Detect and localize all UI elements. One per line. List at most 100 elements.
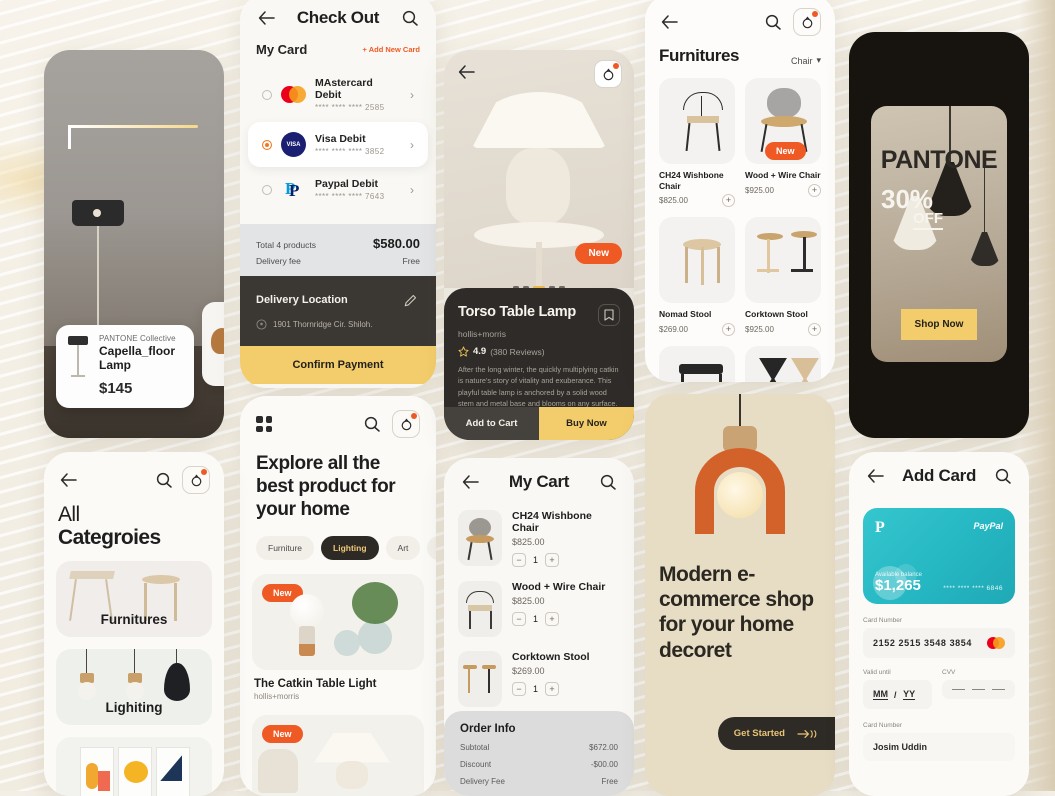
add-to-cart-plus-icon[interactable]: + (722, 194, 735, 208)
back-arrow-icon[interactable] (460, 472, 480, 492)
promo-brand: PANTONE (880, 146, 998, 174)
category-filter-dropdown[interactable]: Chair ▾ (791, 55, 821, 66)
chevron-right-icon[interactable]: › (410, 88, 414, 102)
back-arrow-icon[interactable] (456, 62, 476, 82)
search-icon[interactable] (763, 12, 783, 32)
payment-card-row[interactable]: Paypal Debit **** **** **** 7643 › (248, 167, 428, 212)
product-card[interactable]: Nomad Stool $269.00 + (659, 217, 735, 336)
cart-item-price: $269.00 (512, 666, 545, 676)
chevron-right-icon[interactable]: › (410, 183, 414, 197)
payment-card-row[interactable]: MAstercard Debit **** **** **** 2585 › (248, 67, 428, 122)
bookmark-icon[interactable] (598, 304, 620, 326)
add-to-cart-button[interactable]: Add to Cart (444, 407, 539, 440)
rating-value: 4.9 (473, 346, 487, 357)
cart-bell-icon[interactable] (793, 8, 821, 36)
paypal-logo-icon: P (875, 519, 885, 536)
chip-accessories[interactable]: Accesori (427, 535, 436, 560)
cardholder-name-input[interactable]: Josim Uddin (863, 733, 1015, 761)
card-number: **** **** **** 7643 (315, 192, 385, 201)
card-number-input[interactable]: 2152 2515 3548 3854 (863, 628, 1015, 658)
get-started-button[interactable]: Get Started (717, 717, 835, 750)
search-icon[interactable] (993, 466, 1013, 486)
promo-off-label: OFF (913, 210, 943, 230)
product-card[interactable]: New Wood + Wire Chair $925.00 + (745, 78, 821, 207)
promo-banner[interactable]: PANTONE 30% OFF Shop Now (871, 106, 1007, 362)
next-product-card-peek[interactable] (202, 302, 224, 386)
edit-pencil-icon[interactable] (400, 290, 420, 310)
product-card[interactable]: New (745, 345, 821, 382)
add-to-cart-plus-icon[interactable]: + (808, 322, 821, 336)
cart-item-name: CH24 Wishbone Chair (512, 510, 592, 534)
product-card[interactable]: CH24 Wishbone Chair $825.00 + (659, 78, 735, 208)
table-leg (536, 242, 542, 286)
page-title: My Cart (508, 472, 570, 491)
cart-item-name: Corktown Stool (512, 651, 590, 663)
quantity-stepper[interactable]: − 1 + (512, 682, 620, 696)
screen-checkout: Check Out My Card + Add New Card MAsterc… (240, 0, 436, 388)
screen-product-detail: New Torso Table Lamp hollis+morris 4.9 (… (444, 50, 634, 440)
lamp-shade (472, 92, 606, 148)
shop-now-button[interactable]: Shop Now (901, 309, 977, 340)
back-arrow-icon[interactable] (58, 470, 78, 490)
hero-product-card[interactable]: PANTONE Collective Capella_floor Lamp $1… (56, 324, 194, 408)
radio-icon[interactable] (262, 89, 272, 100)
product-image (659, 217, 735, 304)
discount-value: -$00.00 (590, 760, 618, 769)
cart-line-item[interactable]: Corktown Stool $269.00 − 1 + (444, 641, 634, 711)
product-description: After the long winter, the quickly multi… (458, 365, 619, 408)
add-to-cart-plus-icon[interactable]: + (808, 183, 821, 197)
chip-art[interactable]: Art (385, 535, 421, 560)
product-card[interactable]: Corktown Stool $925.00 + (745, 217, 821, 336)
cvv-input[interactable] (942, 680, 1015, 700)
screen-onboarding: Modern e-commerce shop for your home dec… (645, 394, 835, 796)
radio-icon[interactable] (262, 184, 272, 195)
chevron-right-icon[interactable]: › (410, 138, 414, 152)
explore-headline: Explore all the best product for your ho… (256, 453, 396, 521)
chip-furniture[interactable]: Furniture (256, 535, 315, 560)
product-info-panel: Torso Table Lamp hollis+morris 4.9 (380 … (444, 288, 634, 440)
confirm-payment-button[interactable]: Confirm Payment (240, 346, 436, 384)
quantity-stepper[interactable]: − 1 + (512, 553, 620, 567)
increment-button[interactable]: + (545, 682, 560, 696)
product-card[interactable] (659, 345, 735, 382)
cart-bell-icon[interactable] (594, 60, 622, 88)
explore-product-caption: The Catkin Table Light hollis+morris (240, 670, 436, 701)
hero-price: $145 (99, 380, 133, 397)
quantity-stepper[interactable]: − 1 + (512, 612, 620, 626)
valid-until-input[interactable]: MM / YY (863, 680, 932, 709)
search-icon[interactable] (400, 8, 420, 28)
explore-product-name: The Catkin Table Light (254, 677, 377, 690)
chip-lighting[interactable]: Lighting (321, 535, 379, 560)
search-icon[interactable] (362, 414, 382, 434)
decrement-button[interactable]: − (512, 612, 526, 626)
grid-menu-icon[interactable] (256, 416, 272, 432)
increment-button[interactable]: + (545, 553, 560, 567)
category-tile-furnitures[interactable]: Furnitures (56, 561, 212, 638)
buy-now-button[interactable]: Buy Now (539, 407, 634, 440)
star-icon (458, 346, 469, 357)
explore-product-image[interactable]: New (252, 714, 424, 796)
cart-line-item[interactable]: CH24 Wishbone Chair $825.00 − 1 + (444, 500, 634, 571)
decrement-button[interactable]: − (512, 682, 526, 696)
paypal-card-preview[interactable]: P PayPal Available balance $1,265 **** *… (863, 508, 1015, 604)
search-icon[interactable] (598, 472, 618, 492)
explore-product-image[interactable]: New (252, 573, 424, 670)
subtotal-label: Subtotal (460, 743, 490, 752)
increment-button[interactable]: + (545, 612, 560, 626)
cart-line-item[interactable]: Wood + Wire Chair $825.00 − 1 + (444, 571, 634, 641)
cart-bell-icon[interactable] (182, 466, 210, 494)
search-icon[interactable] (154, 470, 174, 490)
decrement-button[interactable]: − (512, 553, 526, 567)
category-tile-art[interactable] (56, 737, 212, 796)
category-tile-lighting[interactable]: Lighiting (56, 649, 212, 726)
add-to-cart-plus-icon[interactable]: + (722, 322, 735, 336)
add-new-card-button[interactable]: + Add New Card (363, 45, 420, 54)
payment-card-row[interactable]: VISA Visa Debit **** **** **** 3852 › (248, 122, 428, 167)
radio-icon[interactable] (262, 139, 272, 150)
back-arrow-icon[interactable] (865, 466, 885, 486)
cart-bell-icon[interactable] (392, 410, 420, 438)
back-arrow-icon[interactable] (659, 12, 679, 32)
back-arrow-icon[interactable] (256, 8, 276, 28)
cart-item-price: $825.00 (512, 596, 545, 606)
delivery-fee-label: Delivery Fee (460, 777, 505, 786)
